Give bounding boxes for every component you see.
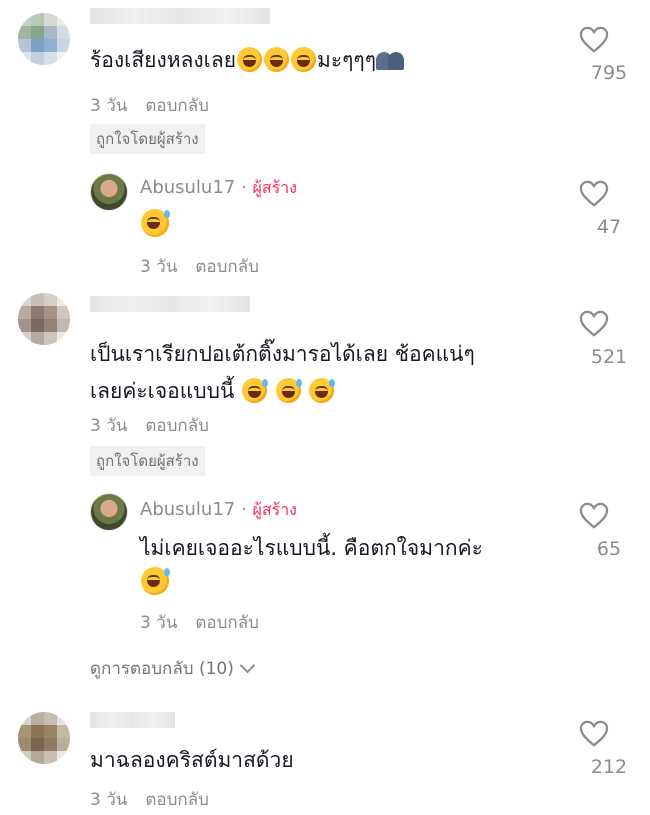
heart-icon[interactable]: [579, 26, 609, 54]
reply-meta: 3 วัน ตอบกลับ: [140, 253, 259, 280]
avatar[interactable]: [18, 293, 70, 345]
like-button[interactable]: [579, 502, 609, 534]
creator-label: ผู้สร้าง: [252, 178, 297, 197]
like-button[interactable]: [579, 26, 609, 58]
reply-button[interactable]: ตอบกลับ: [145, 96, 209, 116]
like-count: 212: [590, 756, 628, 778]
view-replies-button[interactable]: ดูการตอบกลับ (10): [90, 655, 256, 682]
grinning-sweat-emoji: [242, 378, 269, 403]
reply-button[interactable]: ตอบกลับ: [195, 613, 259, 633]
heart-icon[interactable]: [579, 720, 609, 748]
reply-username-row: Abusulu17 · ผู้สร้าง: [140, 499, 297, 520]
grinning-sweat-emoji: [141, 567, 170, 595]
reply-text: ไม่เคยเจออะไรแบบนี้. คือตกใจมากค่ะ: [140, 532, 483, 599]
username-blurred[interactable]: [90, 712, 175, 728]
chevron-down-icon: [239, 657, 256, 674]
timestamp: 3 วัน: [90, 416, 128, 436]
joy-emoji: [264, 47, 290, 72]
comment-line-2: เลยค่ะเจอแบบนี้: [90, 375, 475, 407]
comment-line-1: เป็นเราเรียกปอเต้กติ๊งมารอได้เลย ช้อคแน่…: [90, 342, 475, 366]
like-count: 521: [590, 346, 628, 368]
like-button[interactable]: [579, 720, 609, 752]
reply-username[interactable]: Abusulu17: [140, 499, 235, 520]
grinning-sweat-emoji: [309, 378, 336, 403]
timestamp: 3 วัน: [90, 790, 128, 810]
like-button[interactable]: [579, 180, 609, 212]
reply-meta: 3 วัน ตอบกลับ: [140, 609, 259, 636]
avatar[interactable]: [18, 712, 70, 764]
timestamp: 3 วัน: [140, 257, 178, 277]
joy-emoji: [291, 47, 317, 72]
comment-meta: 3 วัน ตอบกลับ: [90, 92, 209, 119]
heart-icon[interactable]: [579, 310, 609, 338]
comment-text: เป็นเราเรียกปอเต้กติ๊งมารอได้เลย ช้อคแน่…: [90, 338, 475, 407]
grinning-sweat-emoji: [141, 209, 170, 237]
reply-button[interactable]: ตอบกลับ: [195, 257, 259, 277]
username-blurred[interactable]: [90, 296, 250, 312]
comment-meta: 3 วัน ตอบกลับ: [90, 412, 209, 439]
heart-icon[interactable]: [579, 180, 609, 208]
like-button[interactable]: [579, 310, 609, 342]
liked-by-creator-badge: ถูกใจโดยผู้สร้าง: [90, 124, 205, 154]
like-count: 795: [590, 62, 628, 84]
username-blurred[interactable]: [90, 8, 270, 24]
like-count: 65: [596, 538, 622, 560]
reply-avatar[interactable]: [90, 493, 128, 531]
reply-username-row: Abusulu17 · ผู้สร้าง: [140, 177, 297, 198]
comment-meta: 3 วัน ตอบกลับ: [90, 786, 209, 813]
reply-button[interactable]: ตอบกลับ: [145, 790, 209, 810]
joy-emoji: [237, 47, 263, 72]
people-hugging-emoji: [375, 48, 406, 70]
avatar[interactable]: [18, 13, 70, 65]
like-count: 47: [596, 216, 622, 238]
reply-username[interactable]: Abusulu17: [140, 177, 235, 198]
liked-by-creator-badge: ถูกใจโดยผู้สร้าง: [90, 446, 205, 476]
timestamp: 3 วัน: [140, 613, 178, 633]
comment-text: ร้องเสียงหลงเลย มะๆๆๆ: [90, 44, 406, 76]
reply-button[interactable]: ตอบกลับ: [145, 416, 209, 436]
creator-label: ผู้สร้าง: [252, 500, 297, 519]
comment-text: มาฉลองคริสต์มาสด้วย: [90, 748, 294, 772]
reply-text: [140, 209, 170, 237]
heart-icon[interactable]: [579, 502, 609, 530]
grinning-sweat-emoji: [275, 378, 302, 403]
timestamp: 3 วัน: [90, 96, 128, 116]
reply-avatar[interactable]: [90, 173, 128, 211]
